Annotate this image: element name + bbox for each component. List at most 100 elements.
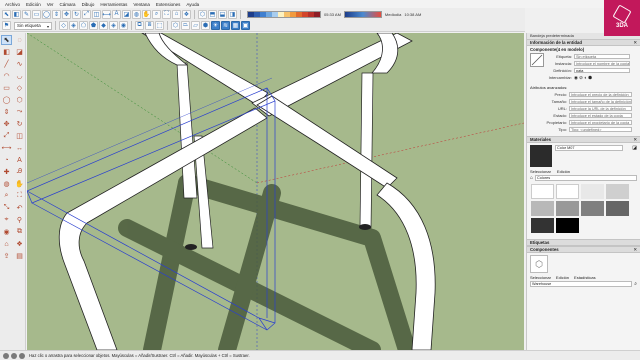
tab-edicion[interactable]: Edición (557, 169, 570, 174)
instancia-field[interactable]: Introduce el nombre de la copia (574, 60, 631, 67)
tab-comp-seleccionar[interactable]: Seleccionar (530, 275, 551, 280)
arc-2pt-icon[interactable]: ◡ (14, 71, 25, 81)
scale-icon[interactable]: ⤢ (1, 131, 12, 141)
text-icon[interactable]: A (14, 155, 25, 165)
lasso-icon[interactable]: ◌ (14, 35, 25, 45)
swatch[interactable] (606, 184, 629, 199)
tags-header[interactable]: Etiquetas (527, 239, 640, 246)
push-pull-icon[interactable]: ⇕ (1, 107, 12, 117)
rotated-rect-icon[interactable]: ◇ (14, 83, 25, 93)
rectangle-icon[interactable]: ▭ (1, 83, 12, 93)
entity-info-header[interactable]: Información de la entidad ✕ (527, 39, 640, 46)
menu-ayuda[interactable]: Ayuda (183, 2, 202, 7)
swatch[interactable] (556, 218, 579, 233)
tag-dropdown[interactable]: Sin etiqueta ▾ (14, 21, 52, 30)
match-photo-icon[interactable]: ▣ (241, 21, 250, 30)
home-icon[interactable]: ⌂ (530, 175, 533, 181)
eraser-icon[interactable]: ◧ (1, 47, 12, 57)
rotate-icon[interactable]: ↻ (72, 9, 81, 19)
tag-icon[interactable]: ⚑ (2, 21, 11, 30)
pencil-icon[interactable]: ✎ (22, 9, 31, 19)
xray-icon[interactable]: ◇ (59, 21, 68, 30)
paint-icon[interactable]: ◪ (122, 9, 131, 19)
definicion-field[interactable]: pata (574, 67, 631, 74)
move-icon[interactable]: ✥ (1, 119, 12, 129)
eraser-icon[interactable]: ◧ (12, 9, 21, 19)
zoom-window-icon[interactable]: ⛶ (14, 191, 25, 201)
materials-dropdown[interactable]: Colores (535, 175, 637, 181)
circle-icon[interactable]: ◯ (42, 9, 51, 19)
orbit-icon[interactable]: ◍ (1, 179, 12, 189)
materials-header[interactable]: Materiales ✕ (527, 136, 640, 143)
select-icon[interactable]: ⬉ (1, 35, 12, 45)
menu-herramientas[interactable]: Herramientas (97, 2, 130, 7)
look-around-icon[interactable]: ◉ (1, 227, 12, 237)
menu-archivo[interactable]: Archivo (2, 2, 23, 7)
swatch[interactable] (581, 184, 604, 199)
right-view-icon[interactable]: ◨ (228, 9, 237, 19)
dimension-icon[interactable]: ↔ (14, 143, 25, 153)
follow-me-icon[interactable]: ⤳ (14, 107, 25, 117)
menu-edicion[interactable]: Edición (23, 2, 44, 7)
shaded-textures-icon[interactable]: ◈ (109, 21, 118, 30)
etiqueta-field[interactable]: Sin etiqueta (574, 53, 631, 60)
scale-icon[interactable]: ⤢ (82, 9, 91, 19)
arc-icon[interactable]: ◠ (1, 71, 12, 81)
protractor-icon[interactable]: ◔ (1, 155, 12, 165)
push-pull-icon[interactable]: ⇕ (52, 9, 61, 19)
hidden-line-icon[interactable]: ⬟ (89, 21, 98, 30)
swatch[interactable] (531, 184, 554, 199)
tab-seleccionar[interactable]: Seleccionar (530, 169, 551, 174)
extension-icon[interactable]: ❖ (14, 239, 25, 249)
circle-icon[interactable]: ◯ (1, 95, 12, 105)
parallel-icon[interactable]: ▱ (191, 21, 200, 30)
front-view-icon[interactable]: ⬓ (218, 9, 227, 19)
share-icon[interactable]: ⇪ (1, 251, 12, 261)
move-icon[interactable]: ✥ (62, 9, 71, 19)
previous-view-icon[interactable]: ↶ (14, 203, 25, 213)
swatch[interactable] (531, 201, 554, 216)
polygon-icon[interactable]: ⬡ (14, 95, 25, 105)
shadows-icon[interactable]: ☀ (211, 21, 220, 30)
close-icon[interactable]: ✕ (633, 40, 637, 45)
position-camera-icon[interactable]: ⌖ (1, 215, 12, 225)
swatch[interactable] (606, 201, 629, 216)
model-viewport[interactable] (27, 33, 524, 350)
walk-icon[interactable]: ⚲ (14, 215, 25, 225)
freehand-icon[interactable]: ∿ (14, 59, 25, 69)
menu-ventana[interactable]: Ventana (130, 2, 153, 7)
geo-location-icon[interactable] (3, 352, 9, 359)
top-view-icon[interactable]: ⬒ (208, 9, 217, 19)
menu-camara[interactable]: Cámara (57, 2, 79, 7)
section-plane-icon[interactable]: ⧉ (135, 21, 144, 30)
tape-measure-icon[interactable]: ⟷ (1, 143, 12, 153)
menu-dibujo[interactable]: Dibujo (79, 2, 98, 7)
paint-icon[interactable]: ◪ (632, 145, 637, 151)
tipo-field[interactable]: Tipo: <undefined> (569, 126, 632, 133)
layout-icon[interactable]: ▤ (14, 251, 25, 261)
shadow-time-bar[interactable] (343, 10, 382, 18)
wireframe-icon[interactable]: ⬠ (79, 21, 88, 30)
zoom-icon[interactable]: ⌕ (1, 191, 12, 201)
zoom-extents-icon[interactable]: ⛶ (162, 9, 171, 19)
propietario-field[interactable]: Introduce el propietario de la copia (569, 119, 632, 126)
extension-warehouse-icon[interactable]: ❖ (182, 9, 191, 19)
components-header[interactable]: Componentes ✕ (527, 246, 640, 253)
pan-icon[interactable]: ✋ (142, 9, 151, 19)
axes-icon[interactable]: ✚ (1, 167, 12, 177)
search-icon[interactable]: ⌕ (634, 281, 637, 287)
user-icon[interactable] (19, 352, 25, 359)
warehouse-icon[interactable]: ⌂ (1, 239, 12, 249)
material-name-field[interactable]: Color M07 (555, 145, 624, 151)
solid-tools-icon[interactable]: ⬢ (201, 21, 210, 30)
section-cut-icon[interactable]: ⧈ (145, 21, 154, 30)
shaded-icon[interactable]: ◆ (99, 21, 108, 30)
close-icon[interactable]: ✕ (633, 137, 637, 142)
components-search[interactable]: Warehouse (530, 281, 633, 287)
tab-comp-estadisticas[interactable]: Estadísticas (574, 275, 596, 280)
close-icon[interactable]: ✕ (633, 247, 637, 252)
menu-ver[interactable]: Ver (44, 2, 57, 7)
model-canvas[interactable] (27, 33, 524, 350)
perspective-icon[interactable]: ⏢ (181, 21, 190, 30)
swatch[interactable] (556, 184, 579, 199)
